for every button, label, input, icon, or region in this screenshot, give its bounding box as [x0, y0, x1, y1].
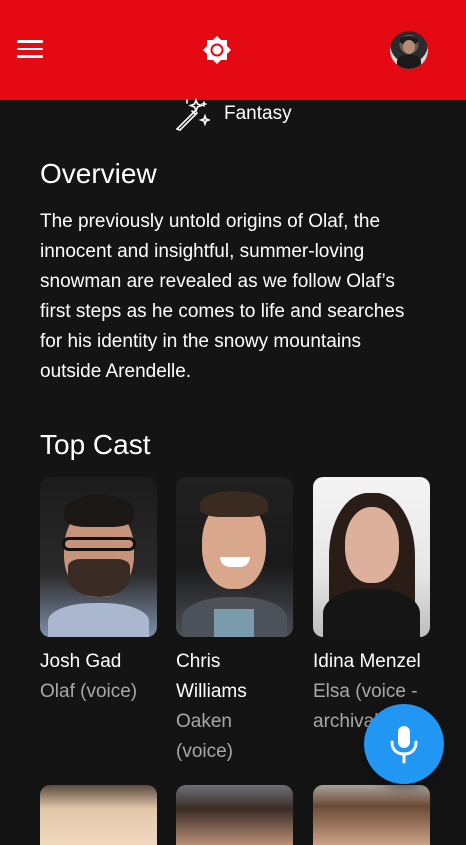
cast-name: Idina Menzel: [313, 651, 421, 672]
cast-photo[interactable]: [176, 785, 293, 845]
menu-button[interactable]: [17, 40, 43, 60]
cast-photo: [40, 477, 157, 637]
magic-wand-icon: [176, 97, 210, 131]
cast-role: Oaken (voice): [176, 711, 234, 762]
cast-name: Chris Williams: [176, 651, 247, 702]
theme-toggle-button[interactable]: [202, 35, 232, 65]
genre-label: Fantasy: [224, 103, 292, 124]
brightness-icon: [203, 36, 231, 64]
app-bar: [0, 0, 466, 100]
cast-photo[interactable]: [40, 785, 157, 845]
microphone-icon: [390, 726, 418, 764]
profile-avatar[interactable]: [390, 31, 428, 69]
hamburger-menu-icon: [17, 40, 43, 43]
cast-card[interactable]: Chris Williams Oaken (voice): [176, 477, 293, 767]
cast-card[interactable]: Idina Menzel Elsa (voice - archival): [313, 477, 430, 737]
cast-photo[interactable]: [313, 785, 430, 845]
genre-chip: Fantasy: [174, 96, 292, 132]
overview-text: The previously untold origins of Olaf, t…: [40, 211, 405, 382]
cast-role: Olaf (voice): [40, 681, 138, 702]
top-cast-heading: Top Cast: [40, 429, 151, 460]
cast-photo: [176, 477, 293, 637]
cast-name: Josh Gad: [40, 651, 122, 672]
cast-card[interactable]: Josh Gad Olaf (voice): [40, 477, 157, 707]
overview-heading: Overview: [40, 158, 157, 189]
voice-search-button[interactable]: [364, 704, 444, 784]
cast-photo: [313, 477, 430, 637]
